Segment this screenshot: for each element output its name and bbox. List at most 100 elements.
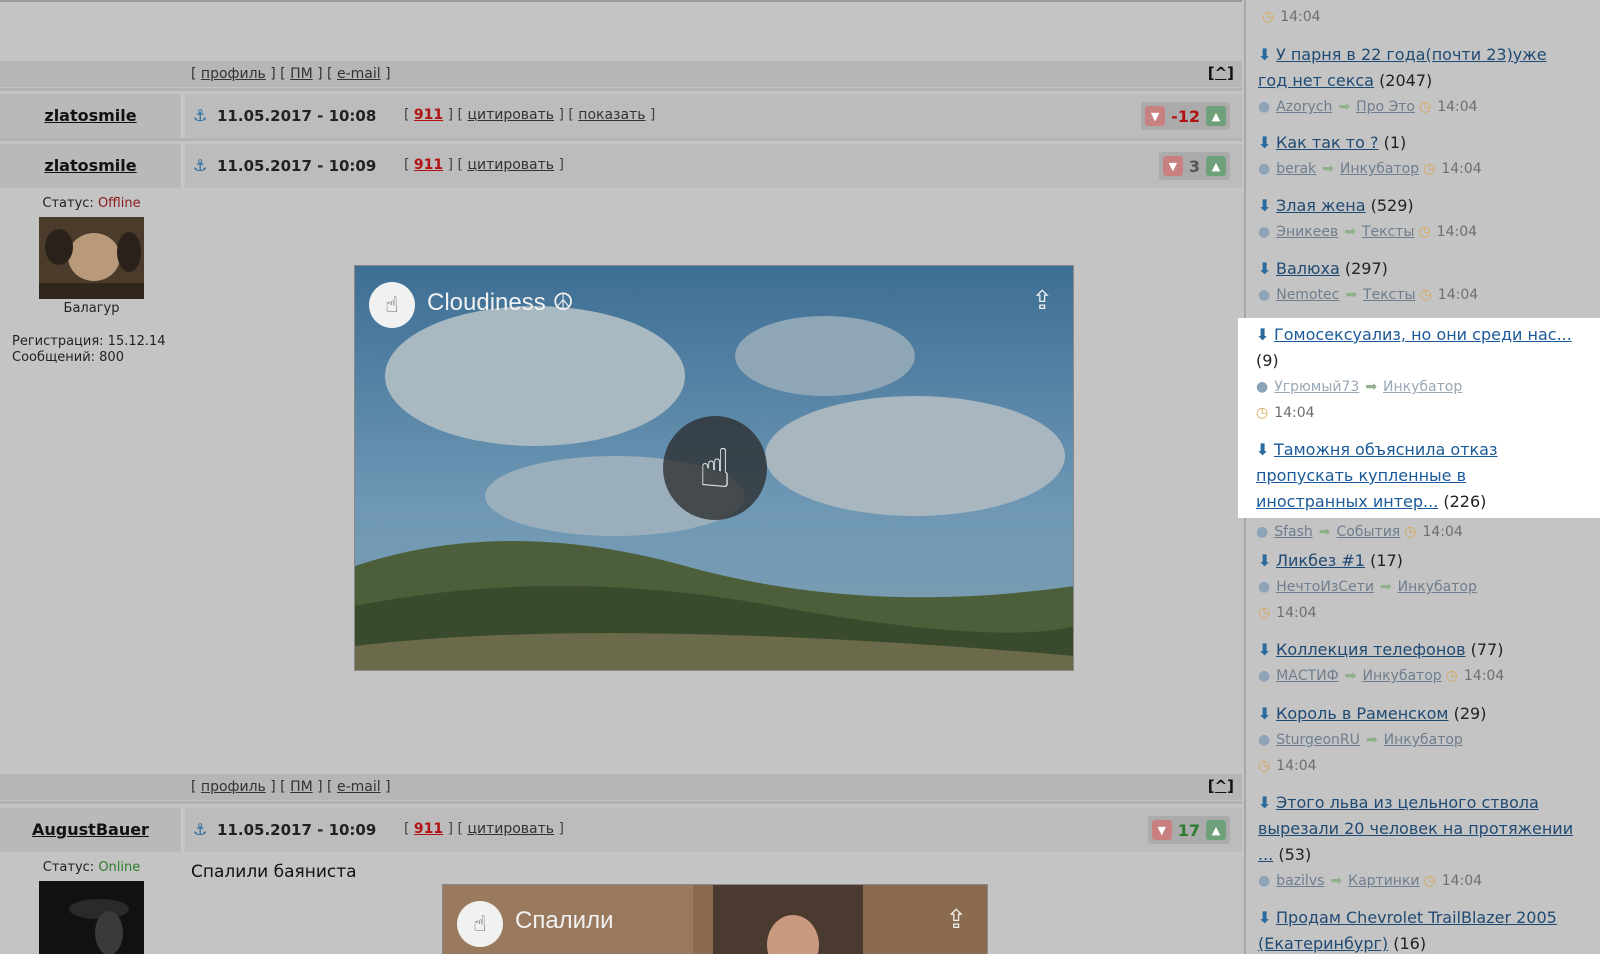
quote-link[interactable]: цитировать [467,107,554,123]
topic-section[interactable]: Тексты [1363,287,1416,303]
topic-section[interactable]: Инкубатор [1384,732,1463,748]
topic-user[interactable]: SturgeonRU [1276,732,1360,748]
report-911-link[interactable]: 911 [414,107,443,123]
email-link[interactable]: e-mail [337,66,381,82]
channel-logo-icon[interactable]: ☝ [457,901,503,947]
author-name[interactable]: zlatosmile [44,156,136,175]
quote-link[interactable]: цитировать [467,821,554,837]
forum-thread: [ профиль ] [ ПМ ] [ e-mail ] [^] zlatos… [0,0,1242,954]
play-button[interactable]: ☝ [663,416,767,520]
email-link[interactable]: e-mail [337,779,381,795]
topic-section[interactable]: Инкубатор [1340,161,1419,177]
video-player[interactable]: ☝ Cloudiness ☮ ⇪ ☝ [354,265,1074,671]
topic-link[interactable]: Гомосексуализ, но они среди нас... [1274,325,1572,344]
topic-user[interactable]: Azorych [1276,99,1332,115]
pm-link[interactable]: ПМ [290,779,313,795]
highlighted-topics: ⬇ Гомосексуализ, но они среди нас... (9) … [1238,318,1600,518]
topic-user[interactable]: berak [1276,161,1316,177]
report-911-link[interactable]: 911 [414,821,443,837]
to-top-link[interactable]: [^] [1208,64,1234,82]
topic-link[interactable]: Король в Раменском [1276,704,1449,723]
topic-link[interactable]: Злая жена [1276,196,1366,215]
user-icon: ● [1256,379,1269,395]
clock-icon: ◷ [1445,668,1458,684]
topic-link[interactable]: Ликбез #1 [1276,551,1365,570]
share-icon[interactable]: ⇪ [1031,286,1053,316]
topic-item: ⬇ Валюха (297) ● Nemotec ➡ Тексты ◷ 14:04 [1258,256,1578,308]
author-name[interactable]: AugustBauer [32,820,149,839]
author-info: Статус: Offline Балагур Регистрация: 15.… [0,190,183,366]
topic-user[interactable]: Угрюмый73 [1274,379,1359,395]
thumbs-down-icon[interactable]: ▼ [1151,820,1172,840]
to-top-link[interactable]: [^] [1208,777,1234,795]
topic-link[interactable]: Коллекция телефонов [1276,640,1466,659]
quote-link[interactable]: цитировать [467,157,554,173]
topic-section[interactable]: Картинки [1348,873,1419,889]
avatar[interactable] [39,881,144,954]
rating-value: 17 [1177,820,1200,840]
user-icon: ● [1258,668,1271,684]
topic-section[interactable]: Инкубатор [1383,379,1462,395]
user-icon: ● [1258,873,1271,889]
avatar[interactable] [39,217,144,299]
thumbs-up-icon[interactable]: ▲ [1206,106,1226,126]
status-offline: Offline [97,196,141,211]
author-name[interactable]: zlatosmile [44,106,136,125]
divider [0,138,1242,141]
topic-section[interactable]: Инкубатор [1362,668,1441,684]
post-date: 11.05.2017 - 10:09 [217,157,377,175]
video-title[interactable]: Cloudiness ☮ [427,288,574,317]
user-icon: ● [1258,224,1271,240]
registration-date: Регистрация: 15.12.14 [12,334,166,349]
user-icon: ● [1258,579,1271,595]
topic-user[interactable]: Sfash [1274,524,1313,540]
channel-logo-icon[interactable]: ☝ [369,282,415,328]
arrow-right-icon: ➡ [1345,287,1358,303]
clock-icon: ◷ [1419,287,1432,303]
report-911-link[interactable]: 911 [414,157,443,173]
show-link[interactable]: показать [578,107,645,123]
rating-value: 3 [1188,156,1200,176]
profile-link[interactable]: профиль [201,66,266,82]
topic-user[interactable]: МАСТИФ [1276,668,1339,684]
arrow-icon: ⬇ [1258,793,1272,812]
video-player[interactable]: ☝ Спалили ⇪ [442,884,988,954]
topic-section[interactable]: Инкубатор [1398,579,1477,595]
topic-section[interactable]: Про Это [1356,99,1415,115]
video-title[interactable]: Спалили [515,907,614,935]
anchor-icon[interactable]: ⚓ [193,156,207,175]
thumbs-down-icon[interactable]: ▼ [1145,106,1166,126]
topic-user[interactable]: bazilvs [1276,873,1324,889]
post-meta: ⚓ 11.05.2017 - 10:09 [ 911 ] [ цитироват… [185,808,1242,852]
clock-icon: ◷ [1418,224,1431,240]
post-header: zlatosmile ⚓ 11.05.2017 - 10:09 [ 911 ] … [0,144,1242,188]
topic-user[interactable]: НечтоИзСети [1276,579,1374,595]
post-actions: [ 911 ] [ цитировать ] [404,821,564,837]
thumbs-up-icon[interactable]: ▲ [1206,156,1226,176]
thumbs-down-icon[interactable]: ▼ [1162,156,1183,176]
author-rank: Балагур [63,301,120,316]
anchor-icon[interactable]: ⚓ [193,820,207,839]
topic-count: (77) [1470,640,1504,659]
topic-item: ⬇ Как так то ? (1) ● berak ➡ Инкубатор ◷ 14:04 [1258,130,1578,182]
topic-section[interactable]: Тексты [1362,224,1415,240]
anchor-icon[interactable]: ⚓ [193,106,207,125]
profile-link[interactable]: профиль [201,779,266,795]
topic-count: (29) [1453,704,1487,723]
share-icon[interactable]: ⇪ [945,905,967,935]
topic-link[interactable]: Как так то ? [1276,133,1378,152]
topic-section[interactable]: События [1337,524,1401,540]
thumbs-up-icon[interactable]: ▲ [1206,820,1226,840]
pm-link[interactable]: ПМ [290,66,313,82]
topic-user[interactable]: Nemotec [1276,287,1339,303]
post-header: zlatosmile ⚓ 11.05.2017 - 10:08 [ 911 ] … [0,94,1242,138]
author-info: Статус: Online [0,854,183,954]
topic-count: (53) [1278,845,1312,864]
topic-item: ⬇ Продам Chevrolet TrailBlazer 2005 (Екат… [1258,905,1578,954]
clock-icon: ◷ [1419,99,1432,115]
topic-link[interactable]: Валюха [1276,259,1340,278]
rating-widget: ▼ -12 ▲ [1141,102,1230,130]
topic-user[interactable]: Эникеев [1276,224,1338,240]
topic-count: (16) [1393,934,1427,953]
clock-icon: ◷ [1258,758,1271,774]
